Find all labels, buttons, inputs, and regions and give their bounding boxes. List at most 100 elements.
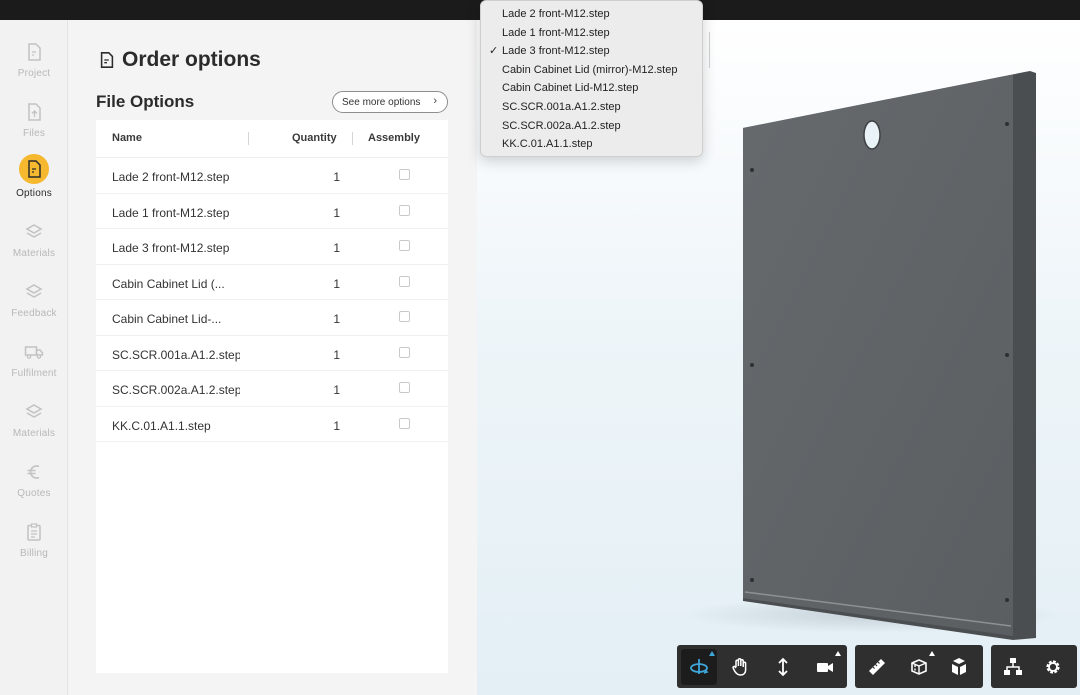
file-icon — [22, 40, 46, 64]
euro-icon — [22, 460, 46, 484]
nav-item-files[interactable]: Files — [0, 100, 68, 160]
layers-icon — [22, 280, 46, 304]
dropdown-option[interactable]: ✓ Lade 3 front-M12.step — [481, 42, 702, 61]
nav-item-options[interactable]: Options — [0, 154, 68, 220]
quantity-value[interactable]: 1 — [328, 383, 340, 397]
settings-toolbar — [991, 645, 1077, 688]
pan-hand-icon — [732, 658, 747, 676]
table-body: Lade 2 front-M12.step 1 Lade 1 front-M12.s… — [96, 158, 448, 442]
table-header: Name Quantity Assembly — [96, 120, 448, 158]
measure-button[interactable] — [859, 649, 895, 685]
nav-label: Materials — [12, 428, 56, 439]
dropdown-option[interactable]: KK.C.01.A1.1.step — [481, 135, 702, 154]
dropdown-option-label: Lade 1 front-M12.step — [502, 26, 610, 39]
camera-button[interactable] — [807, 649, 843, 685]
column-header-name[interactable]: Name — [112, 132, 142, 144]
clipboard-icon — [22, 520, 46, 544]
table-row[interactable]: Cabin Cabinet Lid-... 1 — [96, 300, 448, 336]
quantity-value[interactable]: 1 — [328, 312, 340, 326]
nav-item-billing[interactable]: Billing — [0, 520, 68, 580]
tree-structure-icon — [1004, 658, 1022, 675]
column-header-quantity[interactable]: Quantity — [292, 132, 337, 144]
table-row[interactable]: KK.C.01.A1.1.step 1 — [96, 407, 448, 442]
table-row[interactable]: Lade 3 front-M12.step 1 — [96, 229, 448, 265]
nav-label: Feedback — [11, 308, 57, 319]
dropdown-option[interactable]: Lade 2 front-M12.step — [481, 5, 702, 24]
table-row[interactable]: SC.SCR.002a.A1.2.step 1 — [96, 371, 448, 407]
column-divider — [248, 132, 249, 145]
dropdown-option-label: SC.SCR.001a.A1.2.step — [502, 101, 621, 113]
file-icon — [19, 154, 49, 184]
orbit-button[interactable] — [681, 649, 717, 685]
vertical-move-button[interactable] — [765, 649, 801, 685]
dropdown-option[interactable]: Lade 1 front-M12.step — [481, 24, 702, 43]
quantity-value[interactable]: 1 — [328, 277, 340, 291]
assembly-checkbox[interactable] — [399, 275, 410, 287]
page-title: Order options — [98, 48, 261, 72]
dropdown-option[interactable]: Cabin Cabinet Lid (mirror)-M12.step — [481, 61, 702, 80]
nav-item-materials[interactable]: Materials — [0, 220, 68, 280]
layers-icon — [22, 400, 46, 424]
checkmark-icon: ✓ — [489, 45, 499, 58]
settings-button[interactable] — [1035, 649, 1071, 685]
column-header-assembly[interactable]: Assembly — [368, 132, 420, 144]
nav-item-feedback[interactable]: Feedback — [0, 280, 68, 340]
cabinet-panel — [743, 71, 1030, 636]
assembly-checkbox[interactable] — [399, 346, 410, 358]
pan-button[interactable] — [722, 649, 758, 685]
file-name: Cabin Cabinet Lid-... — [112, 312, 222, 326]
nav-label: Billing — [19, 548, 49, 559]
assembly-checkbox[interactable] — [399, 240, 410, 251]
dropdown-option-label: SC.SCR.002a.A1.2.step — [502, 119, 621, 132]
side-nav: Project Files Options Materials Feedback… — [0, 20, 68, 695]
panel-hole — [863, 120, 881, 150]
see-more-label: See more options — [342, 96, 421, 108]
quantity-value[interactable]: 1 — [328, 419, 340, 433]
dropdown-option[interactable]: Cabin Cabinet Lid-M12.step — [481, 79, 702, 98]
navigation-toolbar — [677, 645, 847, 688]
explode-button[interactable] — [941, 649, 977, 685]
table-row[interactable]: Cabin Cabinet Lid (... 1 — [96, 265, 448, 300]
nav-item-project[interactable]: Project — [0, 40, 68, 100]
file-icon — [98, 51, 116, 69]
nav-item-materials-2[interactable]: Materials — [0, 400, 68, 460]
dropdown-option-label: KK.C.01.A1.1.step — [502, 138, 593, 151]
file-name: SC.SCR.002a.A1.2.step — [112, 383, 240, 397]
assembly-checkbox[interactable] — [399, 311, 410, 322]
assembly-checkbox[interactable] — [399, 204, 410, 216]
file-name: Lade 3 front-M12.step — [112, 241, 230, 255]
dropdown-option-label: Cabin Cabinet Lid-M12.step — [502, 82, 639, 95]
table-row[interactable]: Lade 1 front-M12.step 1 — [96, 194, 448, 229]
quantity-value[interactable]: 1 — [328, 206, 340, 220]
see-more-options-button[interactable]: See more options › — [332, 91, 448, 113]
quantity-value[interactable]: 1 — [328, 170, 340, 184]
section-button[interactable] — [901, 649, 937, 685]
dropdown-option[interactable]: SC.SCR.002a.A1.2.step — [481, 117, 702, 136]
nav-label: Project — [17, 68, 51, 79]
file-name: Cabin Cabinet Lid (... — [112, 276, 225, 291]
file-select-dropdown[interactable]: Lade 2 front-M12.step Lade 1 front-M12.st… — [480, 0, 703, 157]
nav-item-quotes[interactable]: Quotes — [0, 460, 68, 520]
section-title: File Options — [96, 92, 195, 111]
submenu-arrow-icon — [709, 651, 715, 656]
quantity-value[interactable]: 1 — [328, 241, 340, 255]
nav-item-fulfilment[interactable]: Fulfilment — [0, 340, 68, 400]
table-row[interactable]: Lade 2 front-M12.step 1 — [96, 158, 448, 194]
upload-icon — [22, 100, 46, 124]
table-row[interactable]: SC.SCR.001a.A1.2.step 1 — [96, 336, 448, 371]
layers-icon — [22, 220, 46, 244]
assembly-checkbox[interactable] — [399, 382, 410, 393]
vertical-move-icon — [778, 657, 788, 677]
nav-label: Options — [16, 188, 52, 199]
nav-label: Fulfilment — [11, 368, 57, 379]
model-tree-button[interactable] — [995, 649, 1031, 685]
dropdown-option[interactable]: SC.SCR.001a.A1.2.step — [481, 98, 702, 117]
order-options-panel: Order options File Options See more opti… — [68, 20, 477, 695]
assembly-checkbox[interactable] — [399, 169, 410, 180]
section-box-icon — [911, 659, 927, 675]
measure-toolbar — [855, 645, 983, 688]
cube-explode-icon — [952, 658, 966, 675]
assembly-checkbox[interactable] — [399, 417, 410, 429]
quantity-value[interactable]: 1 — [328, 348, 340, 362]
page-title-text: Order options — [122, 48, 261, 71]
